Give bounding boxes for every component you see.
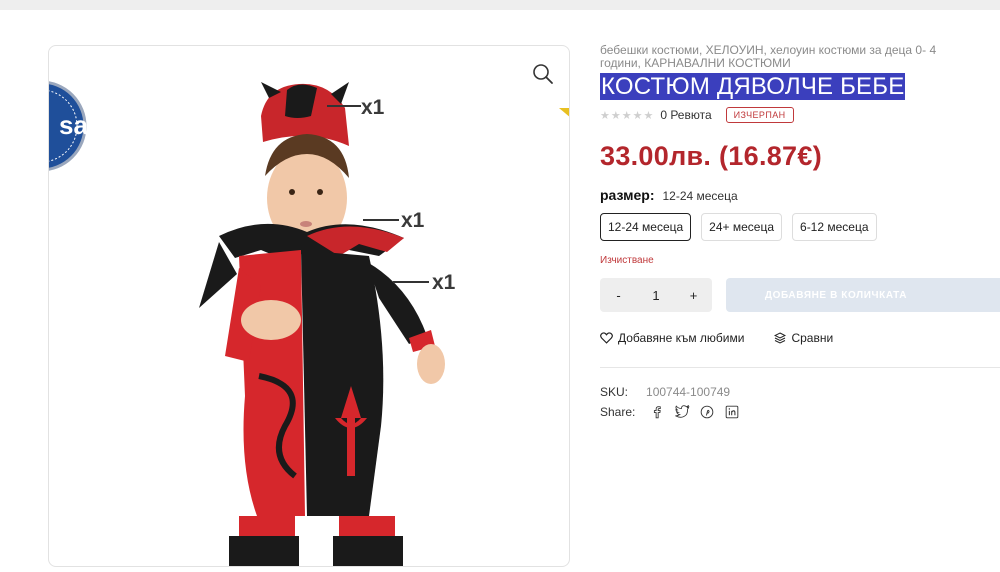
heart-icon [600,332,613,344]
product-title: КОСТЮМ ДЯВОЛЧЕ БЕБЕ [600,73,906,100]
sku-label: SKU: [600,385,629,399]
product-gallery[interactable]: sa x1 x1 x1 [48,45,570,567]
add-to-cart-label: ДОБАВЯНЕ В КОЛИЧКАТА [764,289,908,301]
rating-row: ★★★★★ 0 Ревюта ИЗЧЕРПАН [600,106,794,124]
top-bar [0,0,1000,10]
add-to-wishlist-button[interactable]: Добавяне към любими [600,331,744,345]
product-price: 33.00лв. (16.87€) [600,141,822,171]
pinterest-icon[interactable] [699,404,715,420]
size-option-24-plus[interactable]: 24+ месеца [701,213,783,241]
quantity-decrease-button[interactable]: - [600,288,637,303]
twitter-icon[interactable] [674,404,690,420]
wishlist-label: Добавяне към любими [618,331,745,345]
layers-icon [774,332,787,344]
compare-label: Сравни [791,331,834,345]
divider [600,367,1000,368]
product-categories[interactable]: бебешки костюми, ХЕЛОУИН, хелоуин костюм… [600,44,980,70]
quantity-input[interactable]: 1 [638,288,675,303]
compare-button[interactable]: Сравни [774,331,833,345]
sku-value: 100744-100749 [646,385,731,399]
add-to-cart-button[interactable]: ДОБАВЯНЕ В КОЛИЧКАТА [726,278,1000,312]
star-rating-icon: ★★★★★ [600,109,655,122]
size-options: 12-24 месеца 24+ месеца 6-12 месеца [600,213,877,241]
product-image: sa [49,81,569,566]
size-option-6-12[interactable]: 6-12 месеца [792,213,877,241]
share-label: Share: [600,405,636,419]
reviews-link[interactable]: 0 Ревюта [660,108,711,122]
size-selected-value: 12-24 месеца [662,189,738,203]
product-actions: Добавяне към любими Сравни [600,331,833,345]
quantity-stepper: - 1 + [600,278,712,312]
clear-selection-link[interactable]: Изчистване [600,255,654,266]
image-label-hood: x1 [361,96,385,119]
certification-badge-text: sa [59,110,88,140]
magnifier-icon[interactable] [529,60,557,88]
share-row: Share: [600,404,740,420]
quantity-increase-button[interactable]: + [675,288,712,303]
image-label-suit: x1 [432,271,456,294]
facebook-icon[interactable] [649,404,665,420]
size-selection: размер: 12-24 месеца [600,187,738,203]
size-option-12-24[interactable]: 12-24 месеца [600,213,692,241]
sku-row: SKU: 100744-100749 [600,385,730,399]
image-label-collar: x1 [401,209,425,232]
linkedin-icon[interactable] [724,404,740,420]
size-label: размер: [600,187,655,203]
stock-status-badge: ИЗЧЕРПАН [725,107,794,123]
